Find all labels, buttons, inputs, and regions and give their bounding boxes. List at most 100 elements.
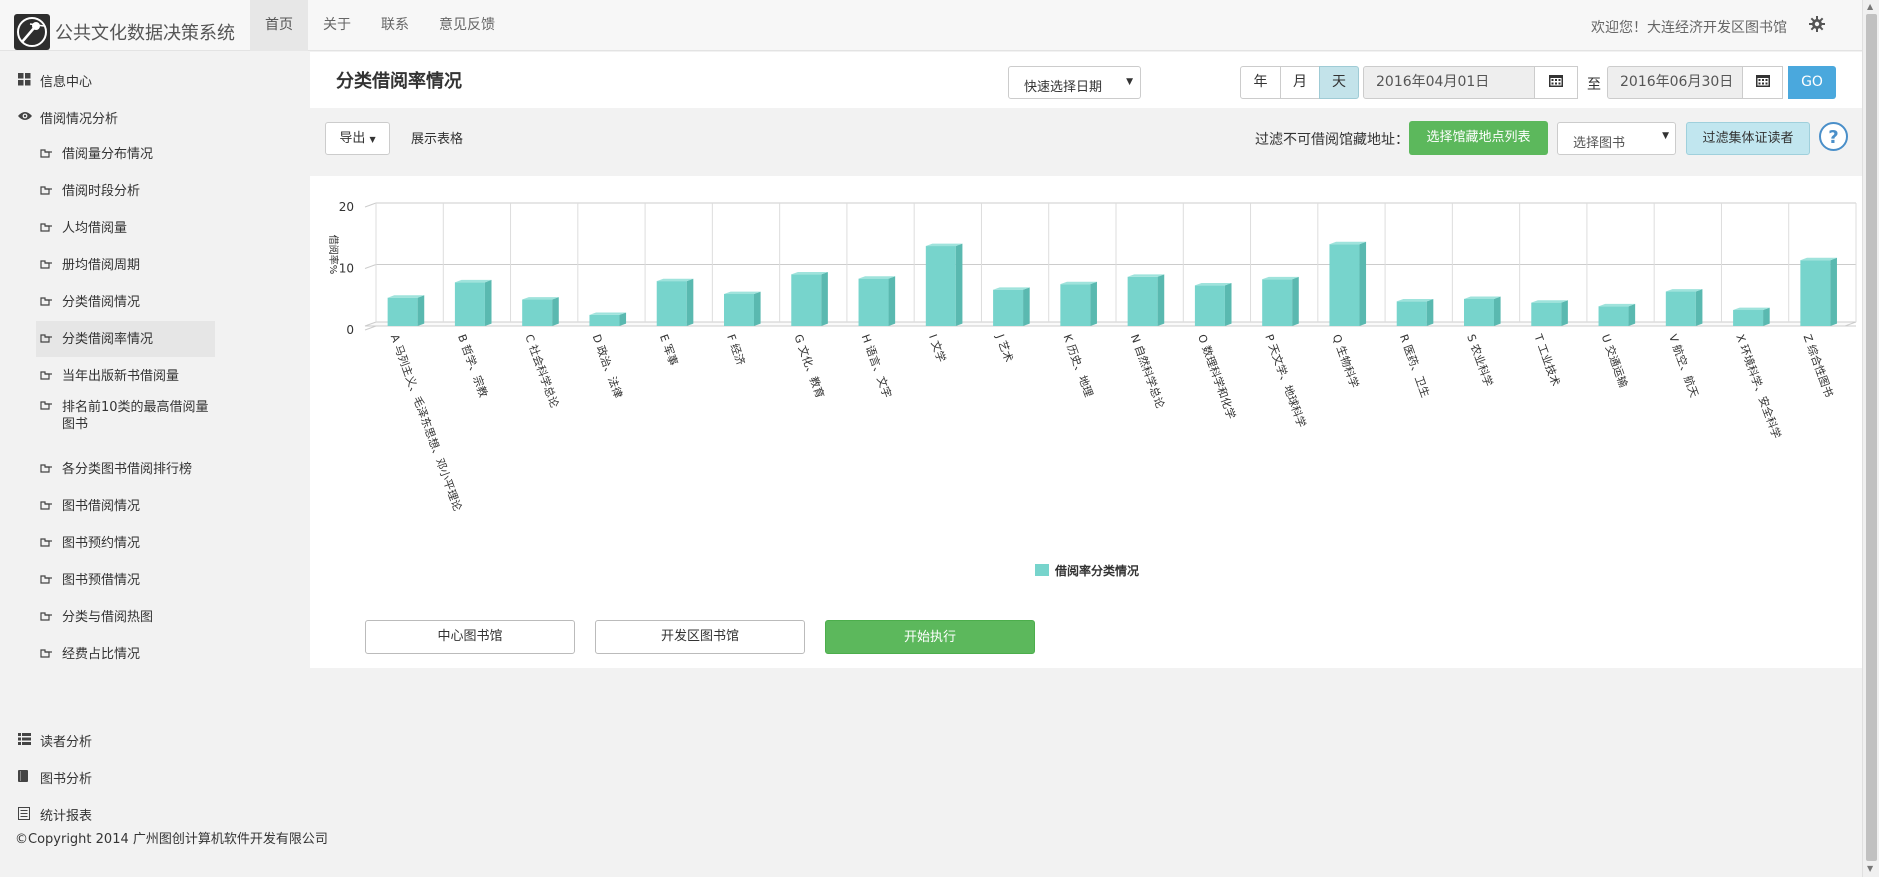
x-tick-label: Z 综合性图书 xyxy=(1801,332,1837,399)
sidebar-item-reader-analysis[interactable]: 读者分析 xyxy=(0,722,92,758)
bar xyxy=(1733,310,1764,326)
hand-pointer-icon xyxy=(40,258,54,272)
hand-pointer-icon xyxy=(40,221,54,235)
x-tick-label: S 农业科学 xyxy=(1464,332,1496,388)
bar-side xyxy=(1494,296,1501,326)
bar-side xyxy=(1830,257,1837,326)
scroll-up-icon[interactable]: ▲ xyxy=(1867,2,1873,11)
sidebar-subitem[interactable]: 分类与借阅热图 xyxy=(36,599,215,635)
footer-copyright: ©Copyright 2014 广州图创计算机软件开发有限公司 xyxy=(15,832,328,847)
end-date-input[interactable]: 2016年06月30日 xyxy=(1607,66,1743,99)
center-library-button[interactable]: 中心图书馆 xyxy=(365,620,575,654)
scroll-down-icon[interactable]: ▼ xyxy=(1867,864,1873,873)
date-range-separator: 至 xyxy=(1587,77,1601,93)
hand-pointer-icon xyxy=(40,462,54,476)
sidebar-subitem[interactable]: 人均借阅量 xyxy=(36,210,215,246)
sidebar-subitem[interactable]: 图书预借情况 xyxy=(36,562,215,598)
bar-side xyxy=(1157,274,1165,326)
choose-locations-button[interactable]: 选择馆藏地点列表 xyxy=(1409,121,1548,155)
period-month-button[interactable]: 月 xyxy=(1280,66,1320,99)
legend-label: 借阅率分类情况 xyxy=(1054,563,1139,578)
sidebar-item-book-analysis[interactable]: 图书分析 xyxy=(0,759,92,795)
show-table-link[interactable]: 展示表格 xyxy=(411,128,463,147)
end-calendar-button[interactable] xyxy=(1742,66,1783,99)
sidebar-subitem[interactable]: 分类借阅情况 xyxy=(36,284,215,320)
nav-home[interactable]: 首页 xyxy=(250,0,308,51)
sidebar-item-info-center[interactable]: 信息中心 xyxy=(0,62,92,98)
nav-about[interactable]: 关于 xyxy=(308,0,366,51)
bar xyxy=(1194,285,1225,326)
sidebar-subitem[interactable]: 排名前10类的最高借阅量图书 xyxy=(36,395,215,437)
x-tick-label: A 马列主义、毛泽东思想、邓小平理论 xyxy=(388,332,465,513)
bar-side xyxy=(821,271,828,326)
start-calendar-button[interactable] xyxy=(1534,66,1578,99)
bar xyxy=(1329,244,1360,326)
hand-pointer-icon xyxy=(40,647,54,661)
x-tick-label: Q 生物科学 xyxy=(1330,332,1362,390)
x-tick-label: V 航空、航天 xyxy=(1666,332,1702,399)
quick-date-select[interactable]: 快速选择日期 ▼ xyxy=(1008,66,1141,99)
y-tick-label: 0 xyxy=(346,323,354,337)
filter-group-readers-button[interactable]: 过滤集体证读者 xyxy=(1686,122,1810,155)
gear-icon[interactable] xyxy=(1808,15,1826,33)
hand-pointer-icon xyxy=(40,332,54,346)
sidebar-subitem[interactable]: 当年出版新书借阅量 xyxy=(36,358,215,394)
main-nav: 首页 关于 联系 意见反馈 xyxy=(250,0,510,51)
run-button[interactable]: 开始执行 xyxy=(825,620,1035,654)
nav-contact[interactable]: 联系 xyxy=(366,0,424,51)
x-tick-label: D 政治、法律 xyxy=(590,332,626,400)
bar xyxy=(387,297,418,326)
sidebar-subitem[interactable]: 经费占比情况 xyxy=(36,636,215,672)
bar-side xyxy=(1292,276,1299,326)
sidebar-subitem[interactable]: 分类借阅率情况 xyxy=(36,321,215,357)
sidebar-item-reports[interactable]: 统计报表 xyxy=(0,796,92,832)
caret-down-icon: ▼ xyxy=(369,135,376,144)
hand-pointer-icon xyxy=(40,536,54,550)
page-scrollbar[interactable]: ▲ ▼ xyxy=(1862,0,1879,877)
sidebar-subitem[interactable]: 册均借阅周期 xyxy=(36,247,215,283)
page-title: 分类借阅率情况 xyxy=(336,71,462,92)
scrollbar-thumb[interactable] xyxy=(1866,14,1877,861)
bar-side xyxy=(1359,241,1367,326)
sidebar-subitem-label: 人均借阅量 xyxy=(62,220,128,236)
logo-icon[interactable] xyxy=(14,14,50,50)
app-title[interactable]: 公共文化数据决策系统 xyxy=(55,19,235,45)
sidebar-subitem-label: 分类借阅率情况 xyxy=(62,331,154,347)
period-day-button[interactable]: 天 xyxy=(1319,66,1359,99)
hand-pointer-icon xyxy=(40,499,54,513)
bar xyxy=(1598,306,1629,326)
sidebar-subitem-label: 排名前10类的最高借阅量图书 xyxy=(62,400,209,432)
sidebar-subitem[interactable]: 各分类图书借阅排行榜 xyxy=(36,451,215,487)
start-date-input[interactable]: 2016年04月01日 xyxy=(1363,66,1535,99)
dev-library-button[interactable]: 开发区图书馆 xyxy=(595,620,805,654)
sidebar-subitem[interactable]: 图书借阅情况 xyxy=(36,488,215,524)
sidebar-item-borrow-analysis[interactable]: 借阅情况分析 xyxy=(0,99,118,135)
bar-side xyxy=(888,276,896,326)
gridline xyxy=(364,264,377,269)
sidebar-subitem-label: 图书借阅情况 xyxy=(62,498,141,514)
sidebar-subitem[interactable]: 借阅时段分析 xyxy=(36,173,215,209)
hand-pointer-icon xyxy=(40,184,54,198)
x-tick-label: B 哲学、宗教 xyxy=(455,332,491,399)
nav-feedback[interactable]: 意见反馈 xyxy=(424,0,510,51)
bar xyxy=(724,294,754,326)
hand-pointer-icon xyxy=(40,295,54,309)
bar-side xyxy=(686,278,694,326)
toolbar: 导出 ▼ 展示表格 过滤不可借阅馆藏地址： 选择馆藏地点列表 选择图书 ▼ 过滤… xyxy=(310,108,1862,176)
export-button[interactable]: 导出 ▼ xyxy=(325,122,390,155)
bar xyxy=(858,278,889,326)
export-label: 导出 xyxy=(339,131,366,146)
panel-header: 分类借阅率情况 快速选择日期 ▼ 年 月 天 2016年04月01日 至 201… xyxy=(310,52,1862,108)
top-navbar: 公共文化数据决策系统 首页 关于 联系 意见反馈 欢迎您！大连经济开发区图书馆 xyxy=(0,0,1862,51)
bar-side xyxy=(1224,283,1232,326)
bar xyxy=(1262,279,1293,326)
help-icon[interactable]: ? xyxy=(1818,121,1849,152)
chart-panel: 0 10 20 借阅率% A 马列主义、毛泽东思想、邓小平理论 B 哲学、宗教 C 社会科学… xyxy=(310,176,1862,668)
period-year-button[interactable]: 年 xyxy=(1240,66,1281,99)
y-tick-label: 10 xyxy=(339,262,354,276)
sidebar-subitem[interactable]: 借阅量分布情况 xyxy=(36,136,215,172)
choose-book-select[interactable]: 选择图书 ▼ xyxy=(1557,122,1676,155)
sidebar-subitem[interactable]: 图书预约情况 xyxy=(36,525,215,561)
go-button[interactable]: GO xyxy=(1788,66,1836,99)
book-icon xyxy=(18,770,32,784)
